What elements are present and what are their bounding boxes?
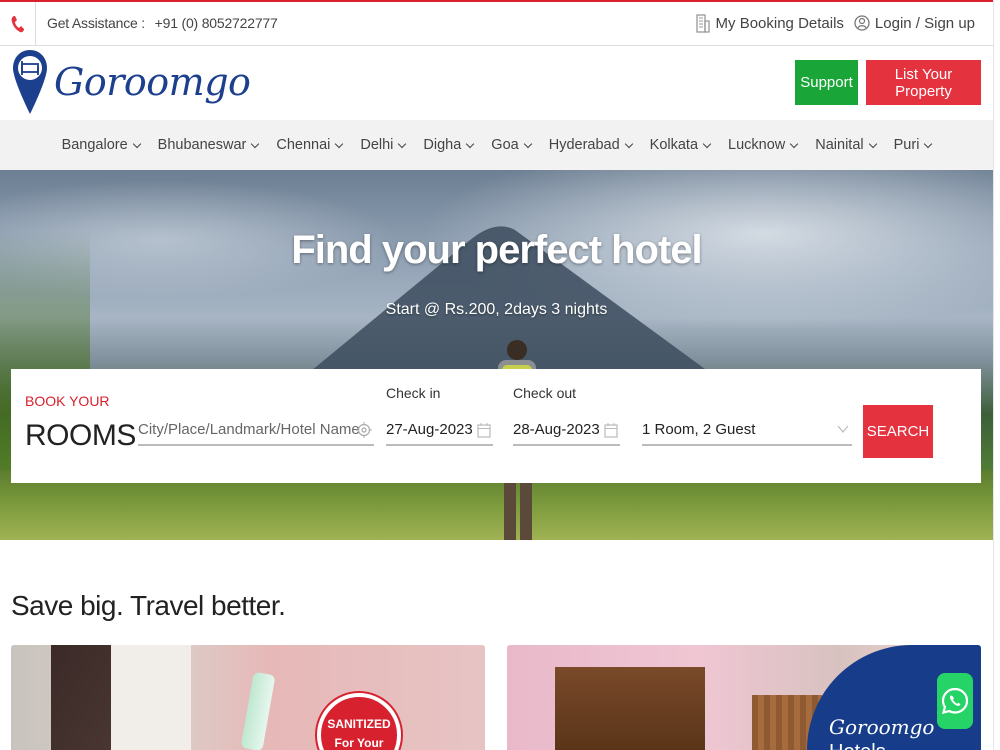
checkin-field[interactable]: 27-Aug-2023 (386, 414, 493, 446)
vertical-scrollbar[interactable] (993, 0, 1000, 750)
city-label: Chennai (276, 137, 331, 153)
location-input[interactable] (138, 414, 374, 444)
city-label: Bhubaneswar (157, 137, 247, 153)
city-nav-item-chennai[interactable]: Chennai (267, 137, 351, 153)
card-spray-bottle (240, 671, 276, 750)
chevron-down-icon (837, 425, 849, 433)
search-button[interactable]: SEARCH (863, 405, 933, 458)
city-label: Delhi (360, 137, 394, 153)
city-label: Hyderabad (548, 137, 620, 153)
topbar-right: My Booking Details Login / Sign up (695, 13, 975, 33)
hero-title: Find your perfect hotel (291, 228, 702, 272)
book-your-label: BOOK YOUR (25, 393, 110, 409)
chevron-down-icon (624, 139, 633, 148)
calendar-icon[interactable] (604, 422, 618, 438)
phone-icon[interactable] (0, 2, 36, 46)
user-icon (854, 15, 870, 31)
assistance-phone[interactable]: +91 (0) 8052722777 (155, 15, 278, 31)
city-label: Kolkata (649, 137, 699, 153)
hero-banner: Find your perfect hotel Start @ Rs.200, … (0, 170, 993, 540)
calendar-icon[interactable] (477, 422, 491, 438)
site-logo[interactable]: Goroomgo (12, 48, 251, 116)
chevron-down-icon (132, 139, 141, 148)
site-header: Goroomgo Support List Your Property (0, 46, 993, 120)
city-nav-item-delhi[interactable]: Delhi (351, 137, 414, 153)
guests-select[interactable]: 1 Room, 2 Guest (642, 414, 852, 446)
city-nav-item-bhubaneswar[interactable]: Bhubaneswar (149, 137, 268, 153)
stamp-line-2: For Your (334, 736, 384, 750)
assistance-label: Get Assistance : (47, 15, 145, 31)
checkout-value: 28-Aug-2023 (513, 420, 600, 438)
guests-value: 1 Room, 2 Guest (642, 420, 756, 438)
my-booking-details-label: My Booking Details (715, 14, 844, 32)
checkin-label: Check in (386, 385, 441, 401)
chevron-down-icon (523, 139, 532, 148)
locate-icon[interactable] (356, 422, 372, 438)
card-brand-hotels: Hotels (829, 741, 886, 750)
chevron-down-icon (924, 139, 933, 148)
city-nav-item-bangalore[interactable]: Bangalore (53, 137, 149, 153)
chevron-down-icon (466, 139, 475, 148)
whatsapp-button[interactable] (937, 673, 973, 729)
chevron-down-icon (790, 139, 799, 148)
city-label: Lucknow (728, 137, 786, 153)
list-your-property-button[interactable]: List Your Property (866, 60, 981, 105)
city-label: Puri (893, 137, 920, 153)
city-nav-item-puri[interactable]: Puri (885, 137, 941, 153)
city-nav-item-kolkata[interactable]: Kolkata (641, 137, 719, 153)
card-brand-name: Goroomgo (829, 715, 935, 739)
checkout-field[interactable]: 28-Aug-2023 (513, 414, 620, 446)
location-field (138, 414, 374, 446)
deals-section-title: Save big. Travel better. (11, 590, 286, 621)
city-nav-item-lucknow[interactable]: Lucknow (719, 137, 806, 153)
checkin-value: 27-Aug-2023 (386, 420, 473, 438)
chevron-down-icon (251, 139, 260, 148)
assistance-info: Get Assistance : +91 (0) 8052722777 (47, 15, 278, 31)
building-icon (695, 14, 710, 33)
login-signup-label: Login / Sign up (874, 14, 975, 32)
city-nav-item-nainital[interactable]: Nainital (806, 137, 884, 153)
city-label: Goa (491, 137, 519, 153)
city-label: Nainital (815, 137, 864, 153)
rooms-label: ROOMS (25, 419, 136, 452)
city-nav: Bangalore Bhubaneswar Chennai Delhi Digh… (0, 120, 993, 170)
booking-search-panel: BOOK YOUR ROOMS Check in 27-Aug-2023 Che… (11, 369, 981, 483)
chevron-down-icon (702, 139, 712, 148)
checkout-label: Check out (513, 385, 577, 401)
deal-card-sanitized[interactable]: SANITIZED For Your (11, 645, 485, 750)
top-bar: Get Assistance : +91 (0) 8052722777 My B… (0, 0, 993, 46)
chevron-down-icon (335, 139, 344, 148)
sanitized-stamp: SANITIZED For Your (317, 693, 401, 750)
card-staff-shirt (111, 645, 191, 750)
city-nav-item-goa[interactable]: Goa (482, 137, 539, 153)
stamp-line-1: SANITIZED (327, 717, 391, 731)
brand-name: Goroomgo (54, 60, 251, 104)
deal-card-goroomgo-hotels[interactable]: Goroomgo Hotels (507, 645, 981, 750)
login-signup-link[interactable]: Login / Sign up (854, 13, 975, 33)
city-nav-item-hyderabad[interactable]: Hyderabad (540, 137, 641, 153)
city-label: Bangalore (61, 137, 128, 153)
card-hotel-room-image (555, 667, 705, 750)
whatsapp-icon (941, 687, 969, 715)
hero-subtitle: Start @ Rs.200, 2days 3 nights (385, 301, 608, 318)
location-pin-logo-icon (13, 50, 47, 114)
city-nav-item-digha[interactable]: Digha (414, 137, 482, 153)
support-button[interactable]: Support (795, 60, 858, 105)
chevron-down-icon (868, 139, 877, 148)
my-booking-details-link[interactable]: My Booking Details (695, 13, 844, 33)
city-label: Digha (423, 137, 462, 153)
chevron-down-icon (398, 139, 407, 148)
